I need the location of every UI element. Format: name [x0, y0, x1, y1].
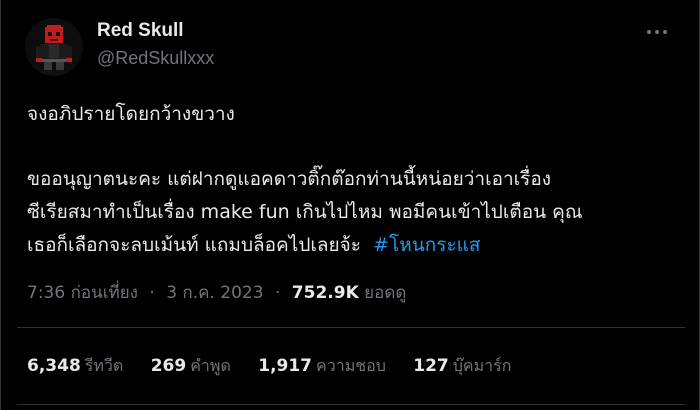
- divider-top: [17, 327, 685, 328]
- bookmarks-label: บุ๊คมาร์ก: [452, 356, 512, 375]
- quotes-label: คำพูด: [190, 356, 231, 375]
- meta-separator: ·: [149, 283, 155, 303]
- tweet-line-3: ซีเรียสมาทำเป็นเรื่อง make fun เกินไปไหม…: [27, 201, 583, 223]
- tweet-line-4: เธอก็เลือกจะลบเม้นท์ แถมบล็อคไปเลยจ้ะ: [27, 234, 361, 256]
- tweet-meta: 7:36 ก่อนเที่ยง · 3 ก.ค. 2023 · 752.9K ย…: [27, 279, 406, 306]
- bookmarks-stat[interactable]: 127 บุ๊คมาร์ก: [413, 354, 511, 379]
- views-count[interactable]: 752.9K: [292, 283, 359, 303]
- views-label: ยอดดู: [364, 283, 407, 303]
- red-skull-avatar-icon: [25, 18, 83, 76]
- likes-label: ความชอบ: [316, 356, 386, 375]
- tweet-line-1: จงอภิปรายโดยกว้างขวาง: [27, 103, 235, 125]
- tweet-date[interactable]: 3 ก.ค. 2023: [166, 283, 263, 303]
- tweet-time[interactable]: 7:36 ก่อนเที่ยง: [27, 283, 138, 303]
- bookmarks-count: 127: [413, 356, 449, 376]
- hashtag-link[interactable]: #โหนกระแส: [373, 234, 480, 256]
- tweet-line-4-wrapper: เธอก็เลือกจะลบเม้นท์ แถมบล็อคไปเลยจ้ะ #โ…: [27, 229, 667, 262]
- tweet-text: จงอภิปรายโดยกว้างขวาง ขออนุญาตนะคะ แต่ฝา…: [27, 98, 667, 262]
- more-options-button[interactable]: [637, 16, 677, 48]
- quotes-stat[interactable]: 269 คำพูด: [151, 354, 231, 379]
- retweets-stat[interactable]: 6,348 รีทวีต: [27, 354, 123, 379]
- display-name[interactable]: Red Skull: [97, 20, 184, 42]
- retweets-label: รีทวีต: [84, 356, 124, 375]
- likes-stat[interactable]: 1,917 ความชอบ: [258, 354, 386, 379]
- tweet-detail: Red Skull @RedSkullxxx จงอภิปรายโดยกว้าง…: [0, 0, 700, 410]
- meta-separator-2: ·: [274, 283, 281, 303]
- user-handle[interactable]: @RedSkullxxx: [97, 48, 214, 69]
- retweets-count: 6,348: [27, 356, 81, 376]
- likes-count: 1,917: [258, 356, 313, 376]
- tweet-line-2: ขออนุญาตนะคะ แต่ฝากดูแอคดาวติ๊กต๊อกท่านน…: [27, 168, 552, 190]
- avatar[interactable]: [25, 18, 83, 76]
- quotes-count: 269: [150, 356, 187, 376]
- engagement-stats: 6,348 รีทวีต 269 คำพูด 1,917 ความชอบ 127 บุ๊…: [27, 354, 533, 379]
- divider-bottom: [17, 404, 685, 405]
- more-dots-icon: [647, 30, 667, 34]
